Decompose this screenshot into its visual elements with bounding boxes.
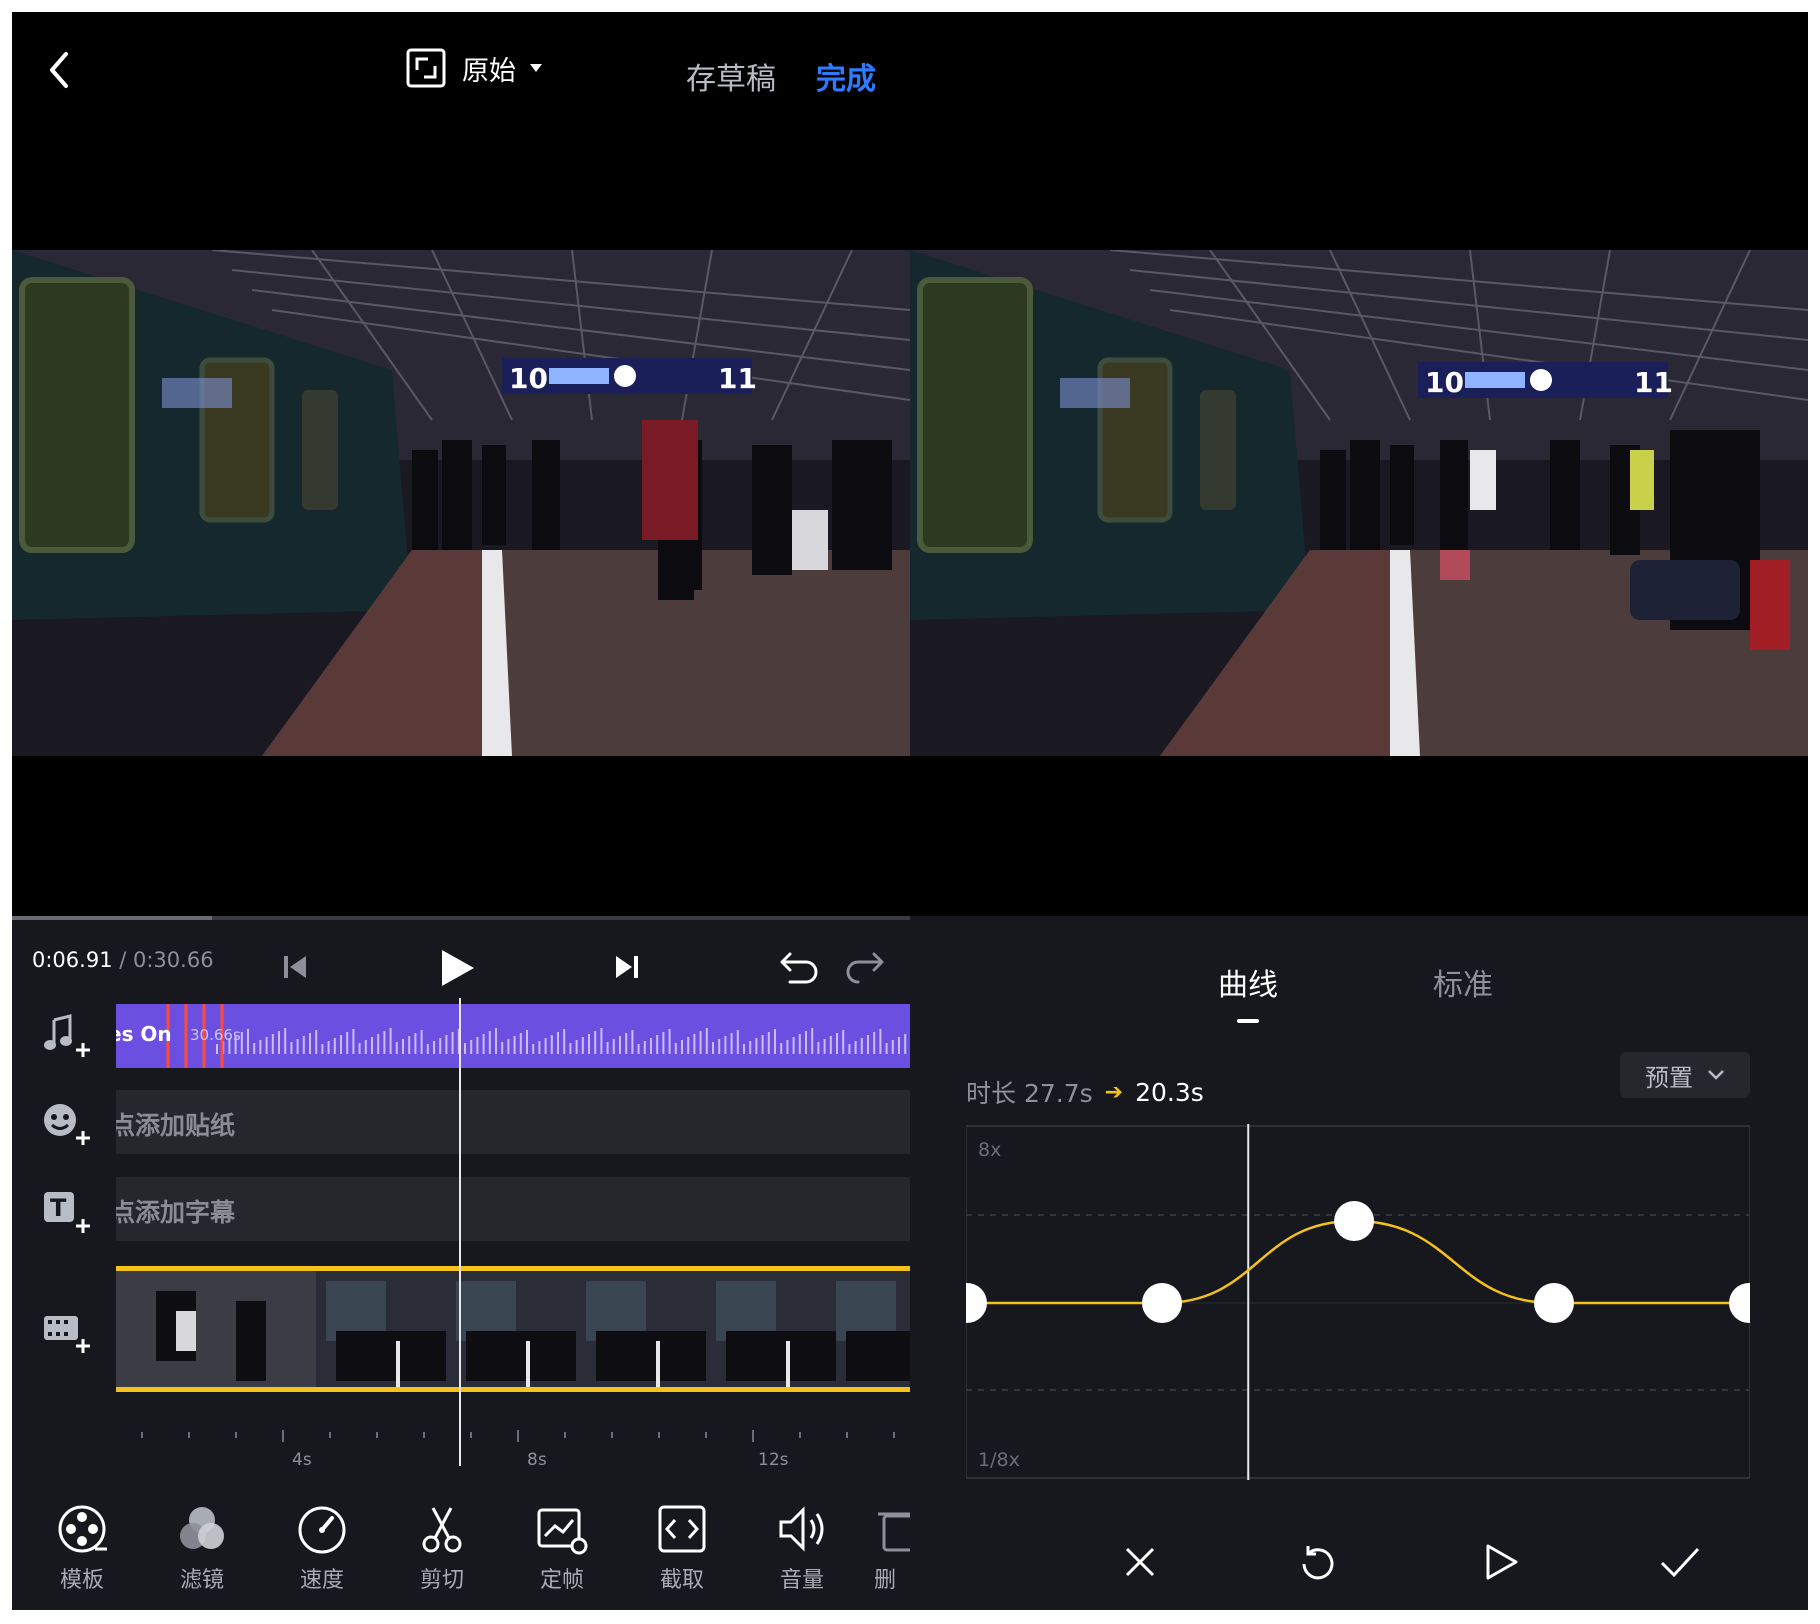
tool-speed[interactable]: 速度 bbox=[272, 1502, 372, 1594]
curve-control-point[interactable] bbox=[966, 1283, 987, 1323]
music-title: es On bbox=[116, 1022, 172, 1046]
scissors-icon bbox=[422, 1507, 462, 1553]
tool-template[interactable]: 模板 bbox=[32, 1502, 132, 1594]
chevron-down-icon bbox=[1708, 1070, 1724, 1080]
save-draft-button[interactable]: 存草稿 bbox=[686, 54, 776, 98]
confirm-button[interactable] bbox=[1640, 1522, 1720, 1602]
edit-toolbar: 模板 滤镜 速度 剪切 定帧 截取 音量 删 bbox=[12, 1502, 910, 1610]
play-icon[interactable] bbox=[436, 946, 478, 990]
tool-label: 截取 bbox=[659, 1568, 704, 1593]
y-axis-max-label: 8x bbox=[978, 1139, 1001, 1161]
preview-play-button[interactable] bbox=[1462, 1522, 1542, 1602]
tool-crop[interactable]: 截取 bbox=[632, 1502, 732, 1594]
tool-label: 模板 bbox=[59, 1568, 104, 1593]
svg-text:10: 10 bbox=[509, 362, 548, 395]
trash-icon bbox=[878, 1512, 910, 1552]
caption-track[interactable]: 点添加字幕 bbox=[116, 1177, 910, 1241]
curve-control-point[interactable] bbox=[1534, 1283, 1574, 1323]
tool-volume[interactable]: 音量 bbox=[752, 1502, 852, 1594]
timeline-playhead[interactable] bbox=[459, 998, 461, 1466]
duration-info: 时长 27.7s ➔ 20.3s bbox=[966, 1074, 1204, 1110]
preset-dropdown[interactable]: 预置 bbox=[1620, 1052, 1750, 1098]
aspect-ratio-label: 原始 bbox=[462, 55, 516, 87]
undo-icon[interactable] bbox=[778, 948, 822, 986]
clip-thumbnails bbox=[116, 1271, 910, 1387]
reset-icon bbox=[1302, 1546, 1334, 1580]
tool-label: 滤镜 bbox=[179, 1568, 224, 1593]
done-button[interactable]: 完成 bbox=[816, 54, 876, 98]
tool-label: 定帧 bbox=[539, 1568, 584, 1593]
add-sticker-icon[interactable] bbox=[40, 1100, 92, 1148]
active-tab-indicator bbox=[1237, 1019, 1259, 1023]
current-time: 0:06.91 bbox=[32, 948, 113, 972]
aspect-ratio-icon bbox=[406, 48, 446, 88]
redo-icon[interactable] bbox=[842, 948, 886, 986]
confirm-icon bbox=[1660, 1547, 1700, 1578]
svg-text:T: T bbox=[50, 1194, 67, 1222]
svg-text:10: 10 bbox=[1425, 366, 1464, 399]
ruler-label-8s: 8s bbox=[527, 1450, 547, 1470]
curve-control-point[interactable] bbox=[1142, 1283, 1182, 1323]
tool-label: 音量 bbox=[779, 1568, 824, 1593]
curve-control-point[interactable] bbox=[1334, 1201, 1375, 1241]
tool-filter[interactable]: 滤镜 bbox=[152, 1502, 252, 1594]
music-track[interactable]: es On 30.66s bbox=[116, 1004, 910, 1068]
tool-label: 删 bbox=[874, 1568, 897, 1593]
video-clip-track[interactable] bbox=[116, 1266, 910, 1392]
reset-button[interactable] bbox=[1278, 1522, 1358, 1602]
y-axis-min-label: 1/8x bbox=[978, 1449, 1020, 1471]
back-button[interactable] bbox=[40, 48, 80, 92]
playback-progress-bar[interactable] bbox=[12, 916, 910, 920]
caption-track-label: 点添加字幕 bbox=[116, 1198, 236, 1227]
tab-standard[interactable]: 标准 bbox=[1433, 960, 1493, 1004]
curve-control-point[interactable] bbox=[1729, 1283, 1750, 1323]
duration-new: 20.3s bbox=[1135, 1077, 1204, 1107]
video-preview-speed: 10 11 bbox=[910, 250, 1808, 756]
cancel-button[interactable] bbox=[1100, 1522, 1180, 1602]
ruler-label-4s: 4s bbox=[292, 1450, 312, 1470]
add-caption-icon[interactable]: T bbox=[40, 1188, 92, 1236]
tool-label: 速度 bbox=[299, 1568, 344, 1593]
chevron-left-icon bbox=[50, 52, 68, 88]
svg-text:11: 11 bbox=[1634, 366, 1673, 399]
freeze-frame-icon bbox=[537, 1508, 588, 1555]
preset-label: 预置 bbox=[1645, 1063, 1693, 1092]
duration-original: 时长 27.7s bbox=[966, 1079, 1093, 1108]
volume-icon bbox=[779, 1506, 824, 1552]
video-preview-original: 10 11 bbox=[12, 250, 910, 756]
sticker-track-label: 点添加贴纸 bbox=[116, 1111, 236, 1140]
close-icon bbox=[1125, 1547, 1155, 1577]
arrow-right-icon: ➔ bbox=[1104, 1079, 1124, 1105]
caret-down-icon bbox=[530, 64, 542, 72]
skip-to-end-icon[interactable] bbox=[612, 952, 642, 982]
sticker-track[interactable]: 点添加贴纸 bbox=[116, 1090, 910, 1154]
app-frame: 原始 存草稿 完成 10 11 10 11 0:06.91 / 0:30.66 … bbox=[12, 12, 1808, 1610]
total-time: / 0:30.66 bbox=[119, 948, 214, 972]
timeline-ruler bbox=[141, 1430, 895, 1442]
svg-text:11: 11 bbox=[718, 362, 757, 395]
skip-to-start-icon[interactable] bbox=[280, 952, 310, 982]
music-duration: 30.66s bbox=[190, 1026, 241, 1044]
tool-cut[interactable]: 剪切 bbox=[392, 1502, 492, 1594]
play-icon bbox=[1486, 1544, 1518, 1580]
ruler-label-12s: 12s bbox=[758, 1450, 789, 1470]
timecode: 0:06.91 / 0:30.66 bbox=[32, 948, 214, 972]
speed-curve-editor[interactable]: 8x 1/8x bbox=[966, 1124, 1750, 1480]
crop-icon bbox=[658, 1505, 706, 1553]
template-icon bbox=[58, 1505, 107, 1553]
speed-icon bbox=[298, 1506, 346, 1554]
add-music-icon[interactable] bbox=[40, 1012, 92, 1060]
tool-delete[interactable]: 删 bbox=[860, 1502, 910, 1594]
filter-icon bbox=[180, 1507, 224, 1549]
tool-label: 剪切 bbox=[419, 1568, 464, 1593]
add-clip-icon[interactable] bbox=[40, 1308, 92, 1356]
tool-freeze-frame[interactable]: 定帧 bbox=[512, 1502, 612, 1594]
top-bar: 原始 存草稿 完成 bbox=[12, 12, 1808, 122]
speed-actions bbox=[910, 1522, 1808, 1602]
aspect-ratio-button[interactable]: 原始 bbox=[406, 44, 542, 92]
tab-curve[interactable]: 曲线 bbox=[1218, 960, 1278, 1004]
